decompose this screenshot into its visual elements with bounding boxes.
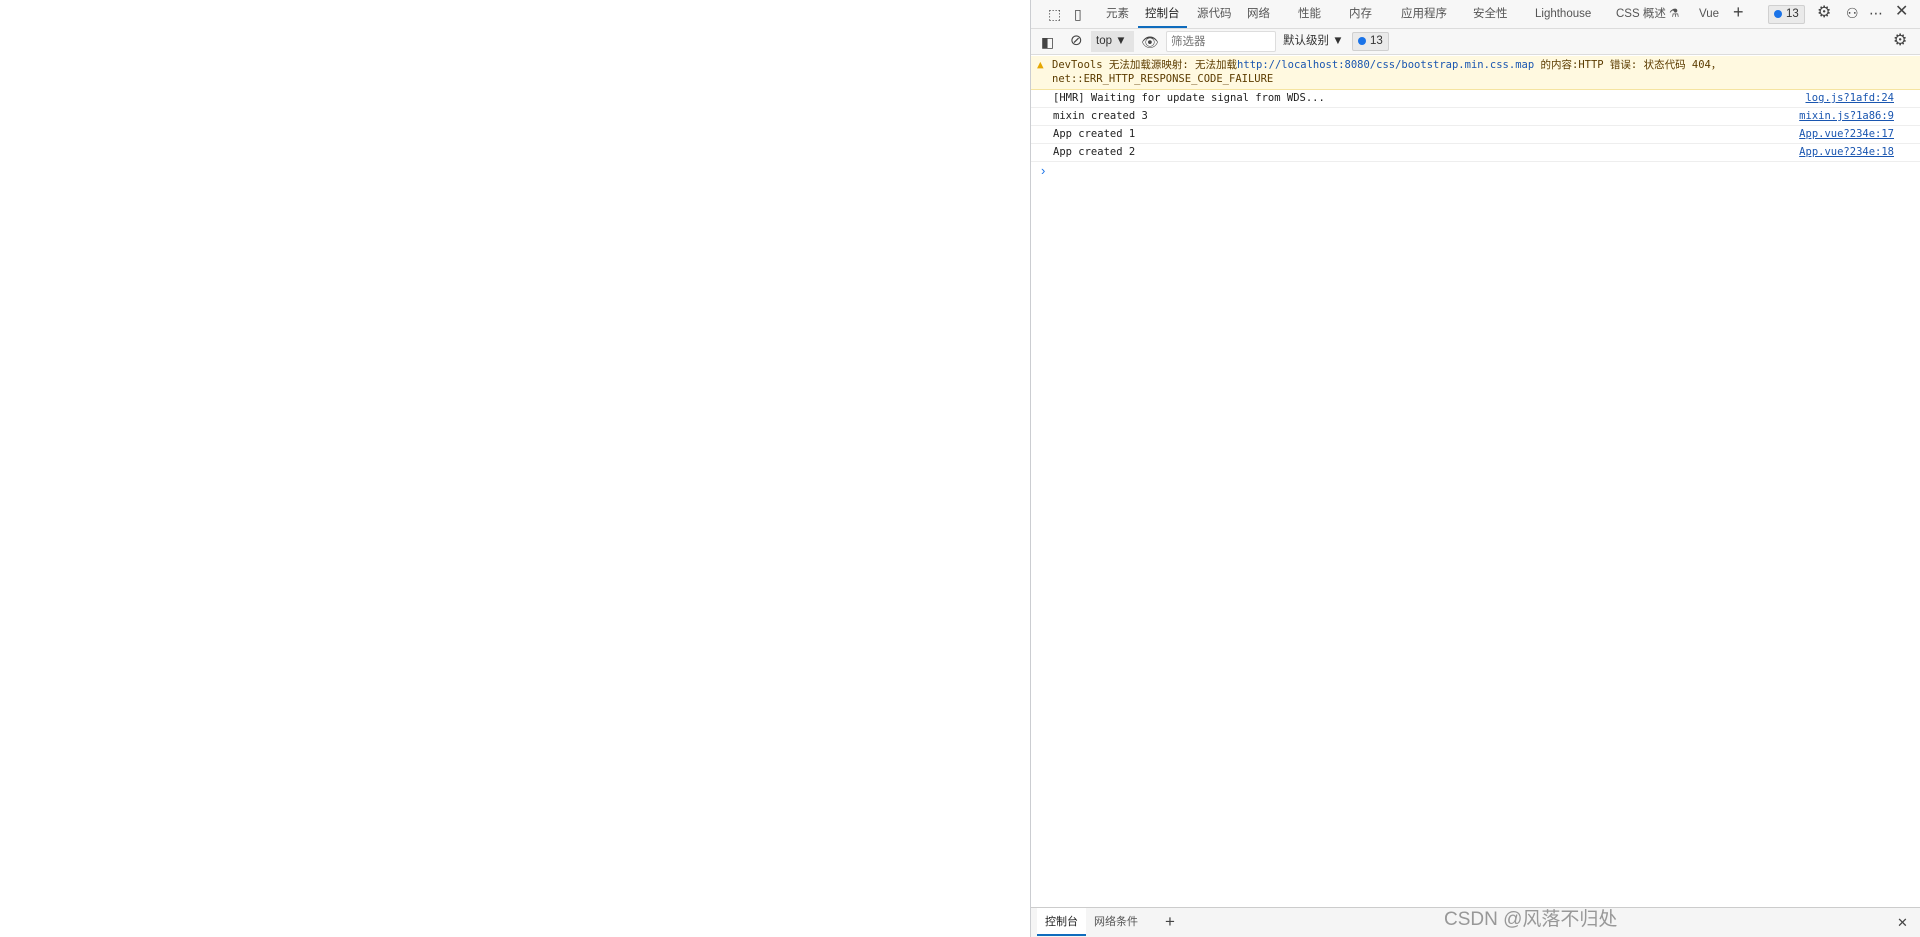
tab-security[interactable]: 安全性 (1473, 0, 1508, 28)
console-issues-count: 13 (1370, 35, 1383, 47)
inspect-element-icon[interactable]: ⬚ (1048, 7, 1061, 21)
clear-console-icon[interactable]: ⊘ (1070, 33, 1083, 48)
tab-elements[interactable]: 元素 (1106, 0, 1129, 28)
console-message: [HMR] Waiting for update signal from WDS… (1031, 90, 1920, 108)
source-link[interactable]: mixin.js?1a86:9 (1799, 108, 1894, 125)
more-tabs-plus-icon[interactable]: + (1733, 3, 1744, 21)
console-issues-badge[interactable]: 13 (1352, 32, 1389, 51)
watermark: CSDN @风落不归处 (1444, 909, 1618, 930)
drawer-tab-network-conditions[interactable]: 网络条件 (1094, 908, 1138, 936)
tab-network[interactable]: 网络 (1247, 0, 1270, 28)
live-expression-eye-icon[interactable]: 👁 (1141, 35, 1159, 49)
tab-console[interactable]: 控制台 (1138, 0, 1187, 28)
web-page-viewport (0, 0, 1030, 937)
feedback-icon[interactable]: ⚇ (1846, 6, 1859, 20)
message-icon (1774, 10, 1782, 18)
issues-badge[interactable]: 13 (1768, 5, 1805, 24)
source-link[interactable]: App.vue?234e:17 (1799, 126, 1894, 143)
console-message: App created 2 App.vue?234e:18 (1031, 144, 1920, 162)
log-level-select[interactable]: 默认级别 ▼ (1283, 29, 1344, 54)
source-link[interactable]: App.vue?234e:18 (1799, 144, 1894, 161)
source-link[interactable]: log.js?1afd:24 (1805, 90, 1894, 107)
tab-css-overview[interactable]: CSS 概述 ⚗ (1616, 0, 1679, 28)
devtools-panel: ⬚ ▯ 元素 控制台 源代码 网络 性能 内存 应用程序 安全性 Lightho… (1030, 0, 1920, 937)
warning-text: DevTools 无法加载源映射: 无法加载 (1052, 59, 1238, 71)
warning-error-code: net::ERR_HTTP_RESPONSE_CODE_FAILURE (1052, 73, 1274, 85)
console-message: mixin created 3 mixin.js?1a86:9 (1031, 108, 1920, 126)
tab-memory[interactable]: 内存 (1349, 0, 1372, 28)
close-drawer-icon[interactable]: ✕ (1897, 916, 1908, 930)
context-select[interactable]: top ▼ (1091, 31, 1134, 52)
tab-sources[interactable]: 源代码 (1197, 0, 1232, 28)
console-message: App created 1 App.vue?234e:17 (1031, 126, 1920, 144)
more-options-icon[interactable]: ⋯ (1869, 6, 1883, 20)
close-icon[interactable]: ✕ (1895, 4, 1908, 20)
device-emulation-icon[interactable]: ▯ (1074, 7, 1082, 21)
context-value: top (1096, 35, 1112, 47)
console-settings-gear-icon[interactable]: ⚙ (1893, 33, 1907, 49)
tab-vue[interactable]: Vue (1699, 0, 1719, 28)
drawer-tab-console[interactable]: 控制台 (1037, 908, 1086, 936)
message-text: mixin created 3 (1053, 110, 1148, 122)
warning-text-suffix: 的内容:HTTP 错误: 状态代码 404， (1534, 59, 1722, 71)
tab-lighthouse[interactable]: Lighthouse (1535, 0, 1591, 28)
filter-input[interactable] (1166, 31, 1276, 52)
message-text: [HMR] Waiting for update signal from WDS… (1053, 92, 1325, 104)
console-warning-message: ▲ DevTools 无法加载源映射: 无法加载http://localhost… (1031, 56, 1920, 90)
console-prompt[interactable]: › (1041, 163, 1045, 178)
add-drawer-tab-icon[interactable]: + (1165, 913, 1175, 930)
source-map-link[interactable]: http://localhost:8080/css/bootstrap.min.… (1237, 59, 1534, 71)
issues-count: 13 (1786, 8, 1799, 20)
tab-application[interactable]: 应用程序 (1401, 0, 1447, 28)
message-text: App created 2 (1053, 146, 1136, 158)
log-level-value: 默认级别 (1283, 35, 1329, 47)
message-icon (1358, 37, 1366, 45)
settings-gear-icon[interactable]: ⚙ (1817, 5, 1831, 21)
message-text: App created 1 (1053, 128, 1136, 140)
warning-icon: ▲ (1037, 58, 1044, 71)
devtools-tab-bar: ⬚ ▯ 元素 控制台 源代码 网络 性能 内存 应用程序 安全性 Lightho… (1031, 0, 1920, 29)
sidebar-toggle-icon[interactable]: ◧ (1041, 35, 1054, 49)
tab-performance[interactable]: 性能 (1298, 0, 1321, 28)
console-toolbar: ◧ ⊘ top ▼ 👁 默认级别 ▼ 13 ⚙ (1031, 29, 1920, 55)
